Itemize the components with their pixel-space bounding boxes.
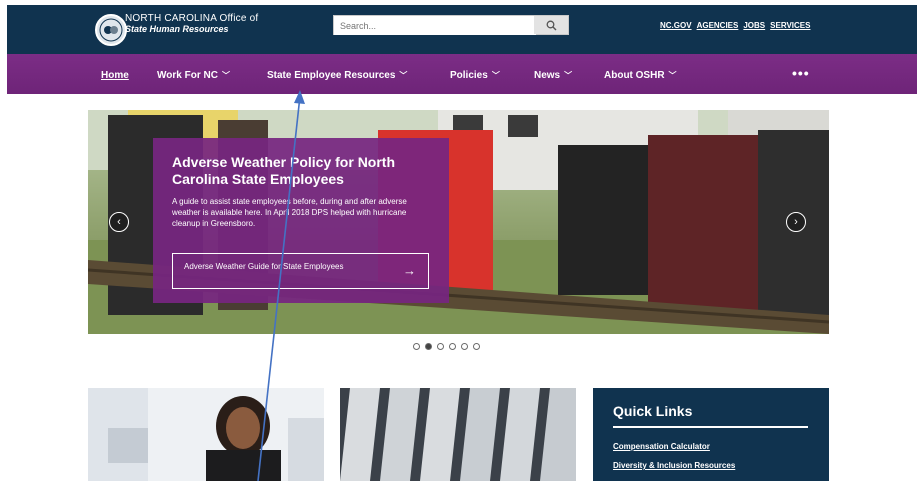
nav-work-for-nc[interactable]: Work For NC ﹀: [157, 70, 230, 81]
carousel-dot[interactable]: [461, 343, 468, 350]
feature-tile-phone-photo[interactable]: [88, 388, 324, 481]
nav-home[interactable]: Home: [101, 70, 129, 81]
hero-title: Adverse Weather Policy for North Carolin…: [172, 154, 396, 187]
nav-policies[interactable]: Policies ﹀: [450, 70, 500, 81]
nav-label: News: [534, 70, 561, 81]
nav-news[interactable]: News ﹀: [534, 70, 572, 81]
utility-links: NC.GOV AGENCIES JOBS SERVICES: [660, 21, 810, 30]
seal-icon: [99, 18, 123, 42]
search-input[interactable]: [334, 17, 536, 35]
nav-state-employee-resources[interactable]: State Employee Resources ﹀: [267, 70, 407, 81]
carousel-indicators: [413, 343, 480, 350]
nav-label: Work For NC: [157, 70, 218, 81]
chevron-left-icon: ‹: [117, 216, 121, 228]
carousel-dot[interactable]: [449, 343, 456, 350]
nav-label: About OSHR: [604, 70, 665, 81]
quick-links-title: Quick Links: [613, 403, 693, 419]
org-name-line2[interactable]: State Human Resources: [125, 24, 229, 34]
hero-caption-card: Adverse Weather Policy for North Carolin…: [153, 138, 449, 303]
more-menu-icon[interactable]: •••: [792, 65, 810, 81]
link-jobs[interactable]: JOBS: [743, 21, 765, 30]
carousel-dot-active[interactable]: [425, 343, 432, 350]
chevron-down-icon: ﹀: [221, 71, 230, 80]
link-agencies[interactable]: AGENCIES: [697, 21, 739, 30]
divider: [613, 426, 808, 428]
link-ncgov[interactable]: NC.GOV: [660, 21, 692, 30]
carousel-dot[interactable]: [413, 343, 420, 350]
chevron-down-icon: ﹀: [399, 71, 408, 80]
search-box: [333, 15, 569, 35]
file-folders-image: [340, 388, 576, 481]
hero-description: A guide to assist state employees before…: [172, 197, 407, 228]
nav-label: State Employee Resources: [267, 70, 396, 81]
chevron-down-icon: ﹀: [564, 71, 573, 80]
carousel-dot[interactable]: [437, 343, 444, 350]
chevron-right-icon: ›: [794, 216, 798, 228]
chevron-down-icon: ﹀: [668, 71, 677, 80]
carousel-prev-button[interactable]: ‹: [109, 212, 129, 232]
arrow-right-icon: →: [403, 263, 416, 278]
link-services[interactable]: SERVICES: [770, 21, 810, 30]
adverse-weather-guide-button[interactable]: Adverse Weather Guide for State Employee…: [172, 253, 429, 289]
carousel-dot[interactable]: [473, 343, 480, 350]
button-label: Adverse Weather Guide for State Employee…: [184, 262, 344, 271]
search-icon: [546, 20, 556, 30]
nav-label: Policies: [450, 70, 488, 81]
nav-about-oshr[interactable]: About OSHR ﹀: [604, 70, 677, 81]
link-diversity-inclusion[interactable]: Diversity & Inclusion Resources: [613, 461, 735, 470]
nc-seal-logo[interactable]: [95, 14, 127, 46]
org-name-line1[interactable]: NORTH CAROLINA Office of: [125, 13, 258, 24]
feature-tile-files-photo[interactable]: [340, 388, 576, 481]
chevron-down-icon: ﹀: [491, 71, 500, 80]
carousel-next-button[interactable]: ›: [786, 212, 806, 232]
link-compensation-calculator[interactable]: Compensation Calculator: [613, 442, 710, 451]
search-button[interactable]: [534, 16, 568, 34]
quick-links-panel: Quick Links Compensation Calculator Dive…: [593, 388, 829, 481]
woman-on-phone-image: [88, 388, 324, 481]
